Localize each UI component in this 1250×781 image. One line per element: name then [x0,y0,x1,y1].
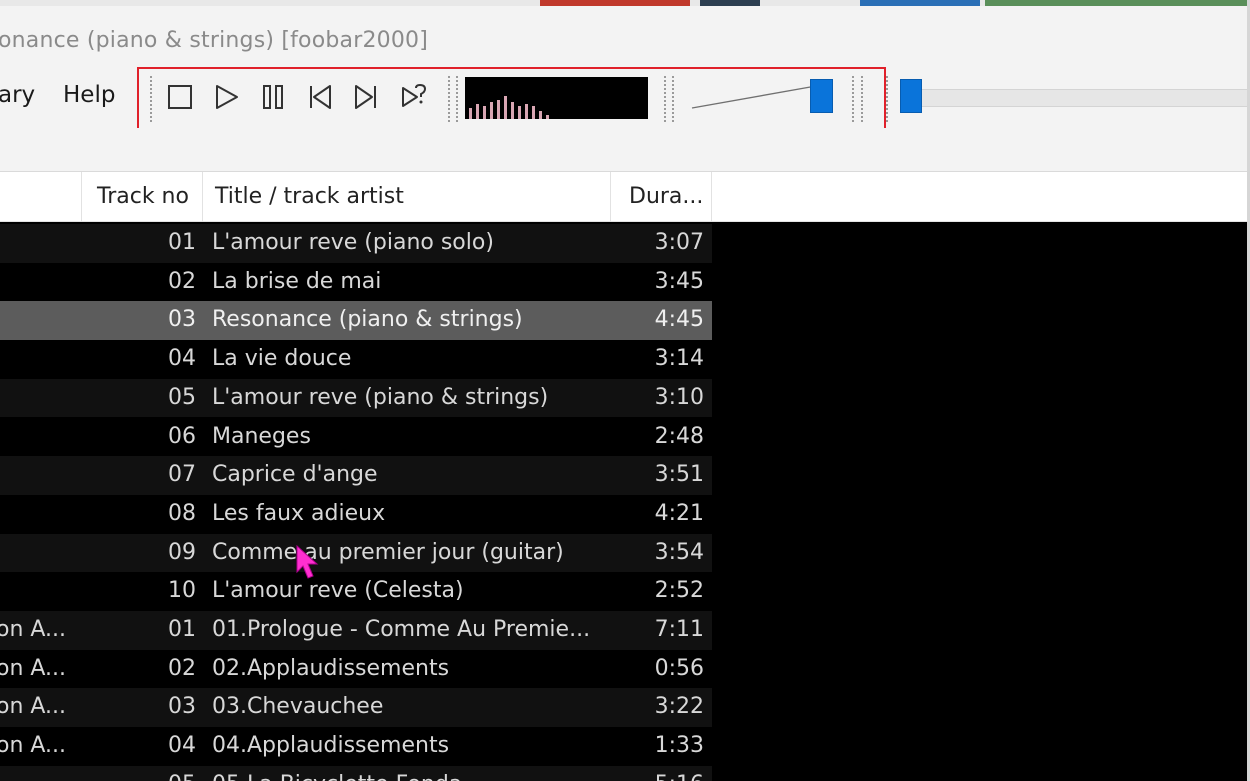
row-duration-cell: 4:45 [654,307,704,333]
row-track-no-cell: 03 [168,694,196,720]
playlist-row[interactable]: 03 Resonance (piano & strings) 4:45 [0,301,712,341]
playlist-row[interactable]: on A... 02 02.Applaudissements 0:56 [0,650,712,689]
row-title-cell: Caprice d'ange [212,462,378,488]
column-header-album[interactable] [0,172,82,222]
row-track-no-cell: 02 [168,655,196,681]
row-track-no-cell: 03 [168,307,196,333]
secondary-toolbar [0,128,1250,172]
row-duration-cell: 1:33 [654,733,704,759]
row-duration-cell: 5:16 [610,772,704,781]
row-track-no-cell: 09 [168,539,196,565]
row-track-no-cell: 05 [150,772,196,781]
row-duration-cell: 3:07 [654,230,704,255]
column-header-duration[interactable]: Dura... [611,172,712,222]
row-duration-cell: 0:56 [654,655,704,681]
row-track-no-cell: 05 [168,384,196,410]
row-duration-cell: 2:48 [654,423,704,449]
playlist-row[interactable]: 10 L'amour reve (Celesta) 2:52 [0,572,712,611]
row-duration-cell: 3:10 [654,384,704,410]
toolbar-grip[interactable] [886,76,888,122]
row-track-no-cell: 07 [168,462,196,488]
row-title-cell: L'amour reve (Celesta) [212,578,464,604]
playlist-row[interactable]: 08 Les faux adieux 4:21 [0,495,712,534]
row-track-no-cell: 10 [168,578,196,604]
row-title-cell: La vie douce [212,346,352,372]
row-title-cell: L'amour reve (piano & strings) [212,384,549,410]
row-title-cell: 01.Prologue - Comme Au Premie... [212,617,591,642]
menu-help[interactable]: Help [63,82,115,108]
playlist-row[interactable]: 05 05.La Bicyclette Fonda...5:16 [0,765,712,781]
row-title-cell: Comme au premier jour (guitar) [212,539,564,565]
mouse-cursor-icon [296,545,319,579]
row-title-cell: 04.Applaudissements [212,733,450,759]
row-duration-cell: 3:14 [654,346,704,372]
highlight-annotation [137,67,886,135]
row-album-cell: on A... [0,655,67,681]
playlist-row[interactable]: 05 L'amour reve (piano & strings) 3:10 [0,378,712,418]
row-duration-cell: 3:22 [654,694,704,720]
row-track-no-cell: 08 [168,500,196,526]
playlist-row[interactable]: 01 L'amour reve (piano solo) 3:07 [0,224,712,263]
menu-library[interactable]: ary [0,82,35,108]
row-track-no-cell: 01 [168,230,196,255]
row-track-no-cell: 04 [168,733,196,759]
playlist-row[interactable]: 02 La brise de mai 3:45 [0,263,712,302]
row-album-cell: on A... [0,694,67,720]
playlist-row[interactable]: 04 La vie douce 3:14 [0,340,712,379]
row-title-cell: L'amour reve (piano solo) [212,230,494,255]
row-album-cell: on A... [0,733,67,759]
row-duration-cell: 3:54 [654,539,704,565]
playlist-header: Track no Title / track artist Dura... [0,172,1250,222]
row-track-no-cell: 04 [168,346,196,372]
row-duration-cell: 3:45 [654,268,704,294]
row-title-cell: Les faux adieux [212,500,386,526]
playlist-view[interactable]: 01 L'amour reve (piano solo) 3:07 02 La bris… [0,222,1250,781]
row-duration-cell: 3:51 [654,462,704,488]
column-header-track-no[interactable]: Track no [82,172,203,222]
playlist-row[interactable]: 06 Maneges 2:48 [0,418,712,457]
row-title-cell: 05.La Bicyclette Fonda... [212,772,607,781]
seek-thumb[interactable] [900,79,922,113]
playlist-row[interactable]: on A... 01 01.Prologue - Comme Au Premie..… [0,611,712,650]
row-duration-cell: 4:21 [654,500,704,526]
row-duration-cell: 7:11 [654,617,704,642]
row-album-cell: on A... [0,617,67,642]
row-title-cell: Resonance (piano & strings) [212,307,523,333]
playlist-row[interactable]: on A... 03 03.Chevauchee 3:22 [0,688,712,728]
column-header-title[interactable]: Title / track artist [203,172,611,222]
playlist-row[interactable]: on A... 04 04.Applaudissements 1:33 [0,727,712,766]
row-title-cell: Maneges [212,423,311,449]
window-title: onance (piano & strings) [foobar2000] [0,28,429,53]
playlist-row[interactable]: 07 Caprice d'ange 3:51 [0,456,712,495]
title-bar: onance (piano & strings) [foobar2000] [0,6,1250,68]
row-title-cell: La brise de mai [212,268,382,294]
seek-bar[interactable] [905,89,1250,107]
row-title-cell: 02.Applaudissements [212,655,450,681]
row-track-no-cell: 02 [168,268,196,294]
row-track-no-cell: 01 [168,617,196,642]
row-track-no-cell: 06 [168,423,196,449]
row-title-cell: 03.Chevauchee [212,694,384,720]
row-duration-cell: 2:52 [654,578,704,604]
playlist-row[interactable]: 09 Comme au premier jour (guitar) 3:54 [0,533,712,573]
